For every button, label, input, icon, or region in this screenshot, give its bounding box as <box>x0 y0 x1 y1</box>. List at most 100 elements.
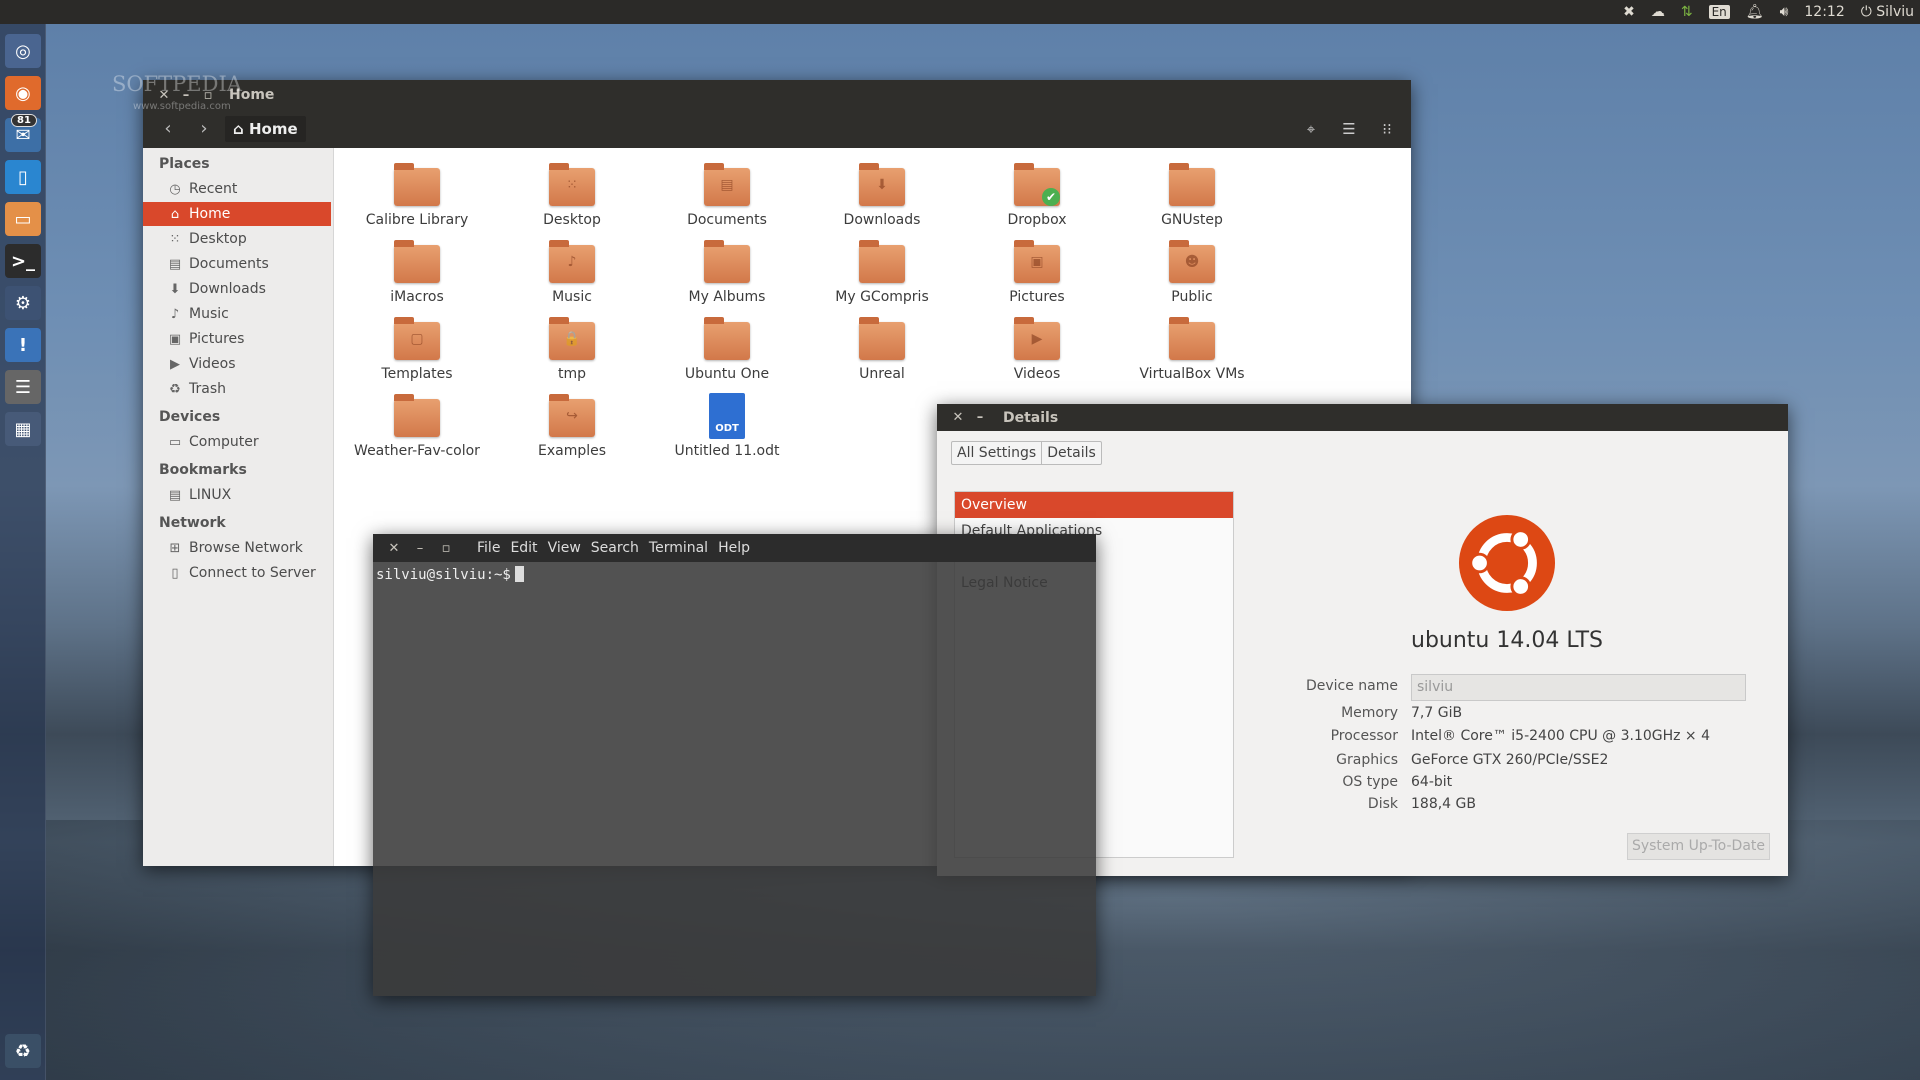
folder-icon: ✔ <box>1014 163 1060 206</box>
details-tab[interactable]: Details <box>1041 442 1101 464</box>
list-item-overview[interactable]: Overview <box>955 492 1233 518</box>
clock[interactable]: 12:12 <box>1804 4 1844 20</box>
launcher-dash-home[interactable]: ◎ <box>5 34 41 68</box>
folder-icon: 🔒 <box>549 317 595 360</box>
launcher-settings-panel[interactable]: ☰ <box>5 370 41 404</box>
file-item[interactable]: ▣ Pictures <box>962 240 1112 305</box>
launcher-libreoffice-writer[interactable]: ▯ <box>5 160 41 194</box>
folder-icon <box>1169 317 1215 360</box>
maximize-button[interactable]: ▫ <box>435 541 457 556</box>
network-icon[interactable]: ⇅ <box>1681 4 1693 20</box>
file-item[interactable]: ⁙ Desktop <box>497 163 647 228</box>
sidebar-item-desktop[interactable]: ⁙ Desktop <box>143 227 331 251</box>
sidebar-item-downloads[interactable]: ⬇ Downloads <box>143 277 331 301</box>
sidebar-item-label: Recent <box>189 181 238 197</box>
sidebar-item-pictures[interactable]: ▣ Pictures <box>143 327 331 351</box>
device-name-field[interactable]: silviu <box>1411 674 1746 701</box>
file-label: Untitled 11.odt <box>674 443 780 459</box>
files-icon: ▭ <box>14 208 32 230</box>
launcher-firefox[interactable]: ◉ <box>5 76 41 110</box>
menu-edit[interactable]: Edit <box>510 540 537 556</box>
terminal-output[interactable]: silviu@silviu:~$ <box>373 562 1096 996</box>
server-icon: ▯ <box>171 565 179 581</box>
minimize-button[interactable]: – <box>969 410 991 425</box>
file-item[interactable]: ▶ Videos <box>962 317 1112 382</box>
info-label-disk: Disk <box>1367 796 1398 812</box>
launcher-files[interactable]: ▭ <box>5 202 41 236</box>
file-item[interactable]: ODT Untitled 11.odt <box>652 393 802 459</box>
file-item[interactable]: GNUstep <box>1117 163 1267 228</box>
launcher-terminal[interactable]: >_ <box>5 244 41 278</box>
sidebar-item-connect-to-server[interactable]: ▯ Connect to Server <box>143 561 331 585</box>
launcher-thunderbird[interactable]: ✉ 81 <box>5 114 41 152</box>
sidebar-item-label: Computer <box>189 434 259 450</box>
forward-button[interactable]: › <box>189 115 219 143</box>
sidebar-item-trash[interactable]: ♻ Trash <box>143 377 331 401</box>
file-item[interactable]: Weather-Fav-color <box>342 394 492 459</box>
file-item[interactable]: My Albums <box>652 240 802 305</box>
file-item[interactable]: Calibre Library <box>342 163 492 228</box>
file-item[interactable]: VirtualBox VMs <box>1117 317 1267 382</box>
session-menu[interactable]: ⏻ Silviu <box>1861 4 1914 20</box>
menu-file[interactable]: File <box>477 540 500 556</box>
badge-count: 81 <box>11 114 37 127</box>
file-label: Unreal <box>859 366 905 382</box>
launcher-system-settings-eye[interactable]: ⚙ <box>5 286 41 320</box>
file-item[interactable]: ☻ Public <box>1117 240 1267 305</box>
file-label: Dropbox <box>1007 212 1067 228</box>
window-title: Details <box>1003 409 1059 426</box>
folder-icon: ♪ <box>549 240 595 283</box>
all-settings-button[interactable]: All Settings <box>952 442 1041 464</box>
system-settings-eye-icon: ⚙ <box>14 292 32 314</box>
file-item[interactable]: iMacros <box>342 240 492 305</box>
system-up-to-date-button[interactable]: System Up-To-Date <box>1627 833 1770 860</box>
file-item[interactable]: 🔒 tmp <box>497 317 647 382</box>
file-item[interactable]: ▢ Templates <box>342 317 492 382</box>
file-item[interactable]: Ubuntu One <box>652 317 802 382</box>
file-item[interactable]: ✔ Dropbox <box>962 163 1112 228</box>
file-item[interactable]: ⬇ Downloads <box>807 163 957 228</box>
keyboard-indicator[interactable]: En <box>1708 5 1730 19</box>
menu-view[interactable]: View <box>548 540 581 556</box>
close-button[interactable]: ✕ <box>383 541 405 556</box>
file-item[interactable]: ♪ Music <box>497 240 647 305</box>
file-item[interactable]: ▤ Documents <box>652 163 802 228</box>
dropbox-icon[interactable]: ✖ <box>1623 4 1635 20</box>
minimize-button[interactable]: – <box>409 541 431 556</box>
grid-view-icon[interactable]: ⁝⁝ <box>1373 120 1401 138</box>
menu-bar: File Edit View Search Terminal Help <box>477 540 750 556</box>
list-view-icon[interactable]: ☰ <box>1335 120 1363 138</box>
sidebar-item-music[interactable]: ♪ Music <box>143 302 331 326</box>
launcher-workspace-switcher[interactable]: ▦ <box>5 412 41 446</box>
file-item[interactable]: My GCompris <box>807 240 957 305</box>
file-item[interactable]: ↪ Examples <box>497 394 647 459</box>
sidebar-item-documents[interactable]: ▤ Documents <box>143 252 331 276</box>
file-item[interactable]: Unreal <box>807 317 957 382</box>
trash-icon: ♻ <box>169 381 181 397</box>
back-button[interactable]: ‹ <box>153 115 183 143</box>
sidebar-item-computer[interactable]: ▭ Computer <box>143 430 331 454</box>
cloud-icon[interactable]: ☁ <box>1651 4 1665 20</box>
sidebar-item-home[interactable]: ⌂ Home <box>143 202 331 226</box>
launcher-update-notifier[interactable]: ! <box>5 328 41 362</box>
menu-help[interactable]: Help <box>718 540 750 556</box>
location-icon[interactable]: ⌖ <box>1297 120 1325 138</box>
folder-emblem-icon: ⁙ <box>566 177 578 193</box>
sidebar-item-label: Documents <box>189 256 269 272</box>
sidebar-item-browse-network[interactable]: ⊞ Browse Network <box>143 536 331 560</box>
title-bar: ✕ – Details <box>937 404 1788 431</box>
volume-icon[interactable]: 🔊︎ <box>1780 4 1789 20</box>
close-button[interactable]: ✕ <box>947 410 969 425</box>
firefox-icon: ◉ <box>15 82 31 104</box>
menu-terminal[interactable]: Terminal <box>649 540 708 556</box>
sidebar-item-videos[interactable]: ▶ Videos <box>143 352 331 376</box>
sidebar-item-linux[interactable]: ▤ LINUX <box>143 483 331 507</box>
ubuntu-logo-icon <box>1458 514 1556 612</box>
folder-emblem-icon: 🔒 <box>563 331 581 347</box>
breadcrumb-home[interactable]: ⌂ Home <box>225 116 306 142</box>
launcher-trash[interactable]: ♻ <box>5 1034 41 1068</box>
menu-search[interactable]: Search <box>591 540 639 556</box>
sidebar-item-recent[interactable]: ◷ Recent <box>143 177 331 201</box>
notification-icon[interactable]: 🔔︎ <box>1746 4 1764 20</box>
sidebar-item-label: Videos <box>189 356 236 372</box>
